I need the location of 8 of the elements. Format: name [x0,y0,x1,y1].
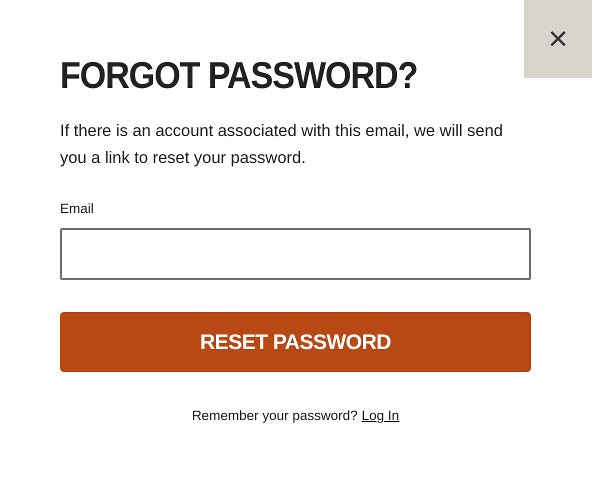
dialog-title: FORGOT PASSWORD? [60,54,418,99]
close-button[interactable]: × [524,0,592,78]
description-text: If there is an account associated with this email, we will send you a link to reset your password. [60,121,504,169]
remember-password-text: Remember your password? [192,407,358,426]
email-input-field[interactable] [60,228,531,280]
email-label: Email [60,200,94,218]
reset-password-button[interactable]: RESET PASSWORD [60,312,531,372]
log-in-link[interactable]: Log In [362,406,400,426]
